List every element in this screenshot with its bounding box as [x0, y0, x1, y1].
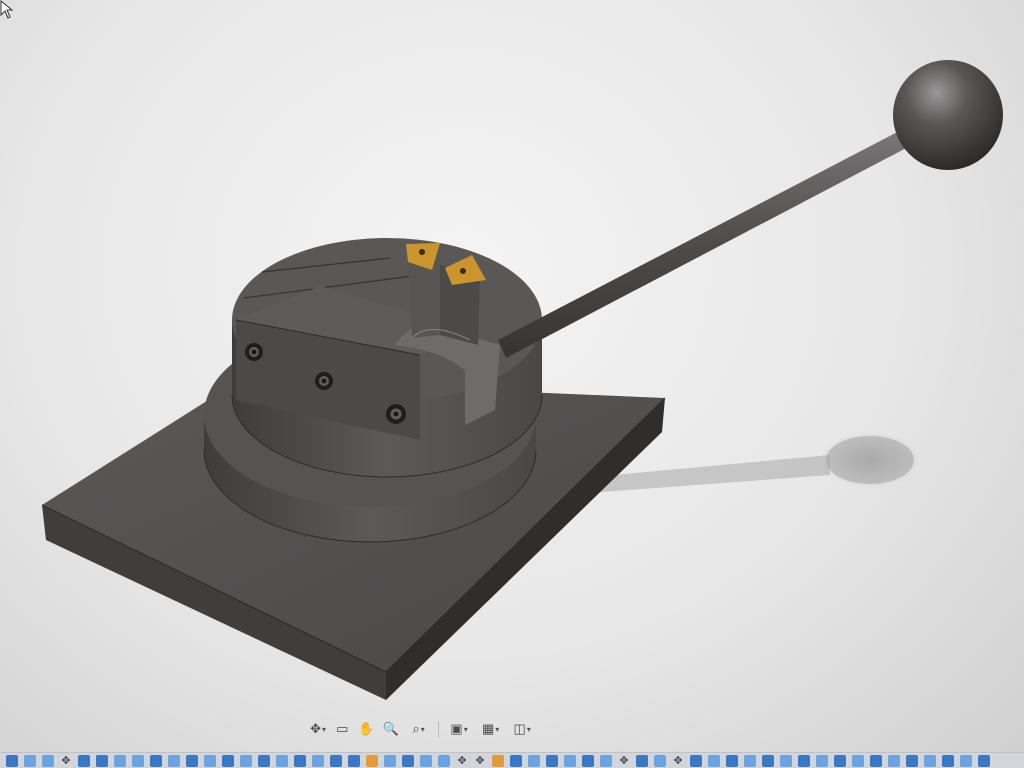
timeline-feature-icon[interactable]	[222, 754, 234, 767]
timeline-feature-icon[interactable]	[24, 754, 36, 767]
timeline-feature-icon[interactable]	[582, 754, 594, 767]
timeline-sketch-icon[interactable]	[366, 754, 378, 767]
timeline-feature-icon[interactable]	[114, 754, 126, 767]
socket-head-screw[interactable]	[245, 343, 263, 361]
timeline-feature-icon[interactable]	[960, 754, 972, 767]
timeline-feature-icon[interactable]	[564, 754, 576, 767]
move-icon[interactable]: ✥	[456, 755, 468, 767]
lever-rod[interactable]	[498, 128, 912, 358]
viewports-icon[interactable]: ◫ ▾	[508, 718, 536, 740]
design-timeline[interactable]: ✥ ✥ ✥ ✥ ✥	[0, 752, 1024, 768]
timeline-feature-icon[interactable]	[906, 754, 918, 767]
timeline-feature-icon[interactable]	[96, 754, 108, 767]
toolbar-divider	[438, 721, 440, 737]
timeline-feature-icon[interactable]	[636, 754, 648, 767]
timeline-feature-icon[interactable]	[726, 754, 738, 767]
timeline-feature-icon[interactable]	[6, 754, 18, 767]
timeline-feature-icon[interactable]	[42, 754, 54, 767]
timeline-feature-icon[interactable]	[816, 754, 828, 767]
navigation-toolbar: ✥ ▾ ▭ ✋ 🔍 ⌕ ▾ ▣ ▾ ▦ ▾ ◫ ▾	[308, 716, 536, 742]
timeline-feature-icon[interactable]	[258, 754, 270, 767]
timeline-feature-icon[interactable]	[888, 754, 900, 767]
chevron-down-icon[interactable]: ▾	[495, 725, 499, 734]
timeline-feature-icon[interactable]	[834, 754, 846, 767]
timeline-feature-icon[interactable]	[384, 754, 396, 767]
move-icon[interactable]: ✥	[60, 755, 72, 767]
timeline-feature-icon[interactable]	[312, 754, 324, 767]
chevron-down-icon[interactable]: ▾	[464, 725, 468, 734]
timeline-feature-icon[interactable]	[348, 754, 360, 767]
chevron-down-icon[interactable]: ▾	[322, 725, 326, 734]
timeline-feature-icon[interactable]	[276, 754, 288, 767]
timeline-feature-icon[interactable]	[654, 754, 666, 767]
timeline-feature-icon[interactable]	[942, 754, 954, 767]
orbit-icon[interactable]: ✥ ▾	[308, 718, 328, 740]
socket-head-screw[interactable]	[386, 404, 406, 424]
timeline-feature-icon[interactable]	[420, 754, 432, 767]
socket-head-screw[interactable]	[315, 372, 333, 390]
timeline-feature-icon[interactable]	[168, 754, 180, 767]
timeline-feature-icon[interactable]	[600, 754, 612, 767]
grid-icon[interactable]: ▦ ▾	[477, 718, 505, 740]
move-icon[interactable]: ✥	[672, 755, 684, 767]
ball-knob[interactable]	[893, 60, 1003, 170]
timeline-feature-icon[interactable]	[744, 754, 756, 767]
timeline-feature-icon[interactable]	[78, 754, 90, 767]
timeline-feature-icon[interactable]	[510, 754, 522, 767]
timeline-feature-icon[interactable]	[132, 754, 144, 767]
timeline-feature-icon[interactable]	[294, 754, 306, 767]
timeline-feature-icon[interactable]	[240, 754, 252, 767]
display-settings-icon[interactable]: ▣ ▾	[445, 718, 473, 740]
timeline-feature-icon[interactable]	[330, 754, 342, 767]
move-icon[interactable]: ✥	[618, 755, 630, 767]
timeline-feature-icon[interactable]	[780, 754, 792, 767]
timeline-feature-icon[interactable]	[762, 754, 774, 767]
look-at-icon[interactable]: ▭	[332, 718, 352, 740]
canvas-viewport[interactable]	[0, 0, 1024, 768]
timeline-feature-icon[interactable]	[438, 754, 450, 767]
timeline-feature-icon[interactable]	[204, 754, 216, 767]
timeline-feature-icon[interactable]	[402, 754, 414, 767]
pan-hand-icon[interactable]: ✋	[356, 718, 376, 740]
timeline-feature-icon[interactable]	[870, 754, 882, 767]
model-render[interactable]	[0, 0, 1024, 748]
timeline-feature-icon[interactable]	[852, 754, 864, 767]
fit-zoom-icon[interactable]: ⌕ ▾	[405, 718, 433, 740]
timeline-feature-icon[interactable]	[546, 754, 558, 767]
move-icon[interactable]: ✥	[474, 755, 486, 767]
timeline-feature-icon[interactable]	[150, 754, 162, 767]
timeline-feature-icon[interactable]	[186, 754, 198, 767]
timeline-feature-icon[interactable]	[978, 754, 990, 767]
timeline-feature-icon[interactable]	[924, 754, 936, 767]
timeline-feature-icon[interactable]	[690, 754, 702, 767]
timeline-feature-icon[interactable]	[798, 754, 810, 767]
timeline-feature-icon[interactable]	[528, 754, 540, 767]
timeline-feature-icon[interactable]	[708, 754, 720, 767]
mouse-pointer-icon	[0, 0, 14, 19]
chevron-down-icon[interactable]: ▾	[421, 725, 425, 734]
timeline-sketch-icon[interactable]	[492, 754, 504, 767]
zoom-icon[interactable]: 🔍	[381, 718, 401, 740]
chevron-down-icon[interactable]: ▾	[527, 725, 531, 734]
